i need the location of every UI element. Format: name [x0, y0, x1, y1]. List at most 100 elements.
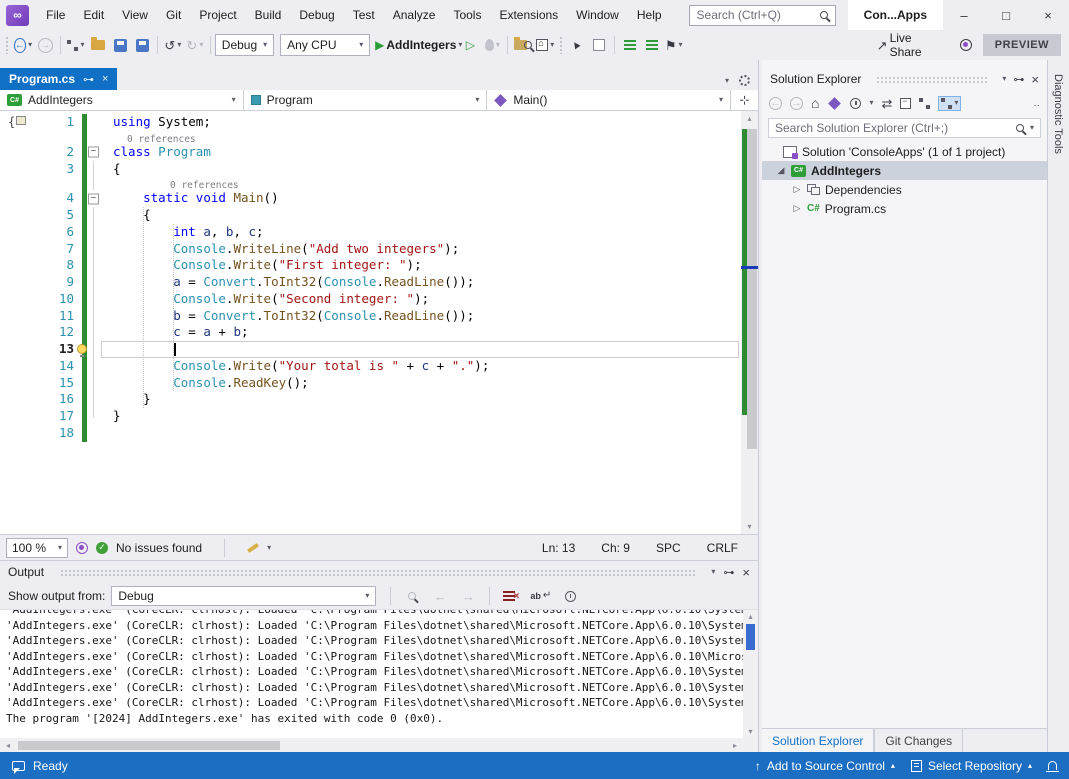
code-cleanup-icon[interactable] — [247, 542, 259, 552]
glyph-margin[interactable] — [0, 274, 40, 291]
window-position-dropdown-icon[interactable]: ▾ — [1002, 75, 1006, 83]
solution-explorer-header[interactable]: Solution Explorer ▾ ⊶ × — [762, 68, 1047, 90]
menu-analyze[interactable]: Analyze — [384, 0, 445, 30]
menu-view[interactable]: View — [113, 0, 157, 30]
pin-icon[interactable]: ⊶ — [83, 73, 94, 86]
code-line[interactable]: 6 int a, b, c; — [0, 224, 741, 241]
code-line[interactable]: 18 — [0, 425, 741, 442]
glyph-margin[interactable] — [0, 308, 40, 325]
fold-collapse-icon[interactable] — [87, 144, 101, 161]
switch-views-icon[interactable] — [829, 97, 842, 110]
glyph-margin[interactable] — [0, 131, 40, 144]
navigate-to-code-button[interactable] — [588, 33, 610, 57]
menu-project[interactable]: Project — [190, 0, 245, 30]
previous-message-button[interactable]: ← — [429, 584, 451, 608]
glyph-margin[interactable] — [0, 257, 40, 274]
timestamp-button[interactable] — [559, 584, 581, 608]
tree-item-program-cs[interactable]: ▷Program.cs — [762, 199, 1047, 218]
menu-debug[interactable]: Debug — [290, 0, 343, 30]
code-line[interactable]: 7 Console.WriteLine("Add two integers"); — [0, 241, 741, 258]
code-line[interactable]: 5 { — [0, 207, 741, 224]
next-message-button[interactable]: → — [457, 584, 479, 608]
collapse-all-icon[interactable]: − — [900, 98, 911, 109]
bookmark-button[interactable]: ⚑▾ — [663, 33, 685, 57]
browser-home-button[interactable]: ⌂▾ — [534, 33, 556, 57]
glyph-margin[interactable] — [0, 144, 40, 161]
code-line[interactable]: 8 Console.Write("First integer: "); — [0, 257, 741, 274]
close-button[interactable]: × — [1027, 0, 1069, 30]
toolbar-grip[interactable] — [559, 36, 563, 54]
tree-item-dependencies[interactable]: ▷Dependencies — [762, 180, 1047, 199]
code-line[interactable]: 11 b = Convert.ToInt32(Console.ReadLine(… — [0, 308, 741, 325]
code-line[interactable]: 3{ — [0, 161, 741, 178]
line-ending-indicator[interactable]: CRLF — [707, 541, 738, 555]
live-share-button[interactable]: ↗Live Share — [875, 33, 941, 57]
find-in-files-button[interactable] — [512, 33, 534, 57]
code-line[interactable]: 13 — [0, 341, 741, 358]
collapsed-arrow-icon[interactable]: ▷ — [792, 184, 802, 195]
close-icon[interactable]: × — [742, 565, 750, 580]
active-files-dropdown-icon[interactable]: ▾ — [725, 77, 729, 85]
tab-solution-explorer[interactable]: Solution Explorer — [762, 729, 874, 752]
glyph-margin[interactable]: { — [0, 114, 40, 131]
live-share-presence-icon[interactable] — [76, 542, 88, 554]
code-line[interactable]: 10 Console.Write("Second integer: "); — [0, 291, 741, 308]
redo-button[interactable]: ↻▾ — [184, 33, 206, 57]
column-indicator[interactable]: Ch: 9 — [601, 541, 630, 555]
glyph-margin[interactable] — [0, 241, 40, 258]
code-line[interactable]: 2class Program — [0, 144, 741, 161]
feedback-icon[interactable] — [12, 761, 25, 771]
code-line[interactable]: 12 c = a + b; — [0, 324, 741, 341]
start-without-debugging-button[interactable]: ▷ — [459, 33, 481, 57]
menu-file[interactable]: File — [37, 0, 74, 30]
space-indicator[interactable]: SPC — [656, 541, 681, 555]
start-debugging-button[interactable]: ▶AddIntegers▾ — [378, 33, 459, 57]
solution-platform-dropdown[interactable]: Any CPU▾ — [280, 34, 370, 56]
increase-indent-button[interactable] — [641, 33, 663, 57]
output-vertical-scrollbar[interactable]: ▴ ▾ — [743, 610, 758, 738]
selection-tool-button[interactable]: ▲ — [566, 33, 588, 57]
tree-item-solution-consoleapps-1-of-1-project[interactable]: Solution 'ConsoleApps' (1 of 1 project) — [762, 142, 1047, 161]
filter-dropdown-icon[interactable]: ▾ — [869, 99, 873, 107]
codelens-row[interactable]: 0 references — [0, 131, 741, 144]
maximize-button[interactable]: □ — [985, 0, 1027, 30]
toolbar-grip[interactable] — [5, 36, 9, 54]
code-line[interactable]: 14 Console.Write("Your total is " + c + … — [0, 358, 741, 375]
code-line[interactable]: 16 } — [0, 391, 741, 408]
glyph-margin[interactable] — [0, 207, 40, 224]
glyph-margin[interactable] — [0, 224, 40, 241]
code-line[interactable]: 4 static void Main() — [0, 190, 741, 207]
code-line[interactable]: 15 Console.ReadKey(); — [0, 375, 741, 392]
scroll-up-icon[interactable]: ▴ — [743, 612, 758, 621]
scroll-up-icon[interactable]: ▴ — [741, 114, 758, 123]
sync-with-active-document-button[interactable]: ▾ — [938, 96, 961, 111]
member-dropdown[interactable]: Main()▾ — [487, 90, 731, 110]
code-cleanup-dropdown-icon[interactable]: ▾ — [267, 544, 271, 552]
line-indicator[interactable]: Ln: 13 — [542, 541, 575, 555]
navigate-forward-button[interactable]: → — [34, 33, 56, 57]
minimize-button[interactable]: – — [943, 0, 985, 30]
close-tab-icon[interactable]: × — [102, 73, 108, 85]
undo-button[interactable]: ↺▾ — [162, 33, 184, 57]
glyph-margin[interactable] — [0, 408, 40, 425]
glyph-margin[interactable] — [0, 291, 40, 308]
output-source-dropdown[interactable]: Debug▾ — [111, 586, 376, 606]
glyph-margin[interactable] — [0, 358, 40, 375]
code-line[interactable]: {1using System; — [0, 114, 741, 131]
sync-icon[interactable]: ⇄ — [881, 97, 892, 110]
menu-tools[interactable]: Tools — [444, 0, 490, 30]
window-position-dropdown-icon[interactable]: ▾ — [711, 568, 715, 576]
open-folder-button[interactable] — [87, 33, 109, 57]
hot-reload-button[interactable]: ▾ — [481, 33, 503, 57]
code-editor[interactable]: {1using System;0 references2class Progra… — [0, 111, 758, 534]
navigate-back-button[interactable]: ←▾ — [12, 33, 35, 57]
glyph-margin[interactable] — [0, 324, 40, 341]
save-all-button[interactable] — [131, 33, 153, 57]
quick-search-box[interactable]: Search (Ctrl+Q) — [689, 5, 836, 26]
split-window-button[interactable]: ⊹ — [731, 90, 758, 110]
type-dropdown[interactable]: Program▾ — [244, 90, 488, 110]
glyph-margin[interactable] — [0, 391, 40, 408]
back-icon[interactable]: ← — [769, 97, 782, 110]
pin-icon[interactable]: ⊶ — [723, 566, 734, 579]
diagnostic-tools-tab[interactable]: Diagnostic Tools — [1052, 60, 1064, 154]
